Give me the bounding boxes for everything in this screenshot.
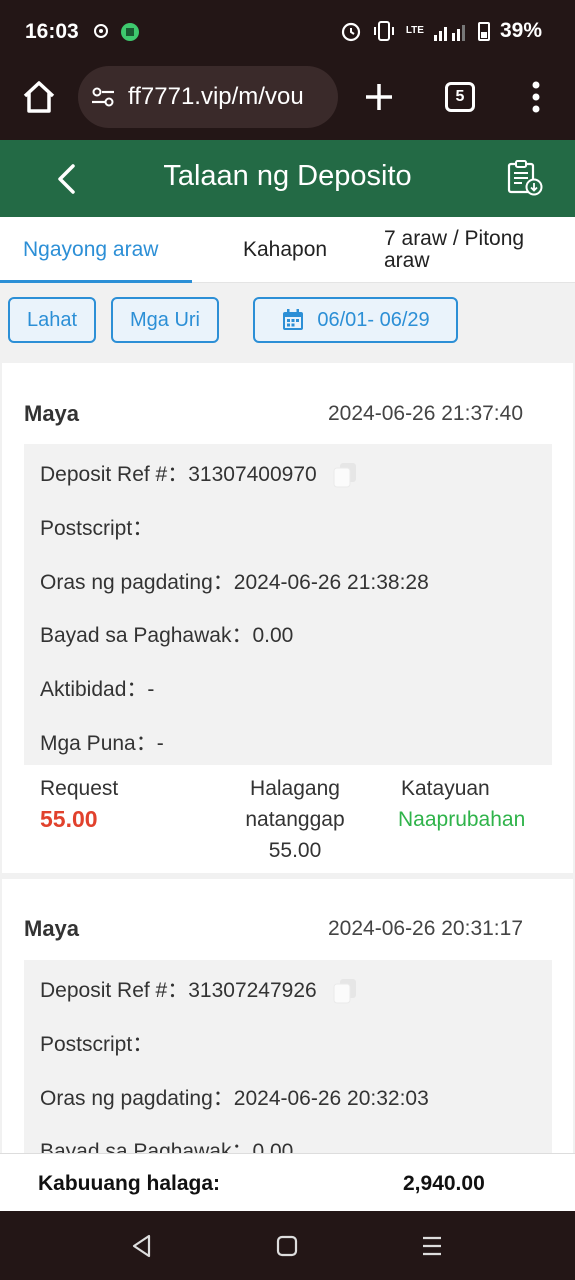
copy-icon[interactable]	[331, 461, 359, 489]
arrival-time-row: Oras ng pagdating：2024-06-26 20:32:03	[40, 1082, 429, 1112]
battery-level: 39%	[499, 19, 542, 42]
notification-icon	[94, 24, 108, 38]
total-label: Kabuuang halaga:	[38, 1172, 221, 1195]
battery-icon	[477, 22, 490, 41]
activity-label: Aktibidad：	[40, 678, 148, 701]
activity-row: Aktibidad：-	[40, 673, 154, 703]
filter-all-button[interactable]: Lahat	[8, 297, 96, 343]
postscript-label: Postscript：	[40, 517, 154, 540]
deposit-ref-label: Deposit Ref #：	[40, 979, 189, 1002]
browser-toolbar: ff7771.vip/m/vou 5	[0, 64, 575, 140]
site-settings-icon[interactable]	[90, 84, 116, 110]
vibrate-icon	[373, 21, 394, 41]
payment-method: Maya	[24, 401, 80, 426]
url-text: ff7771.vip/m/vou	[128, 83, 304, 110]
remarks-label: Mga Puna：	[40, 732, 157, 755]
record-details: Deposit Ref #：31307247926 Postscript： Or…	[24, 960, 552, 1153]
postscript-row: Postscript：	[40, 1028, 153, 1058]
received-label-line2: natanggap	[245, 808, 345, 831]
handling-fee-row: Bayad sa Paghawak：0.00	[40, 1135, 293, 1153]
deposit-record-card: Maya 2024-06-26 20:31:17 Deposit Ref #：3…	[2, 879, 573, 1153]
status-badge: Naaprubahan	[398, 808, 526, 831]
total-value: 2,940.00	[403, 1172, 485, 1195]
record-datetime: 2024-06-26 21:37:40	[328, 402, 523, 425]
page-title: Talaan ng Deposito	[163, 160, 412, 192]
arrival-time-row: Oras ng pagdating：2024-06-26 21:38:28	[40, 566, 429, 596]
copy-icon[interactable]	[331, 977, 359, 1005]
handling-fee-value: 0.00	[252, 1140, 294, 1153]
system-nav-bar	[0, 1211, 575, 1280]
more-menu-icon[interactable]	[526, 78, 546, 116]
postscript-label: Postscript：	[40, 1033, 154, 1056]
date-range-button[interactable]: 06/01- 06/29	[253, 297, 458, 343]
deposit-ref-value: 31307400970	[188, 463, 317, 486]
payment-method: Maya	[24, 916, 80, 941]
postscript-row: Postscript：	[40, 512, 153, 542]
deposit-ref-row: Deposit Ref #：31307400970	[40, 458, 359, 489]
status-label: Katayuan	[401, 777, 490, 800]
signal-icon	[433, 25, 465, 41]
remarks-row: Mga Puna：-	[40, 727, 164, 757]
filter-all-label: Lahat	[26, 308, 78, 331]
handling-fee-label: Bayad sa Paghawak：	[40, 1140, 253, 1153]
filter-types-label: Mga Uri	[129, 308, 200, 331]
arrival-time-label: Oras ng pagdating：	[40, 1087, 234, 1110]
date-range-label: 06/01- 06/29	[317, 308, 430, 331]
arrival-time-value: 2024-06-26 20:32:03	[233, 1087, 429, 1110]
app-icon	[121, 23, 139, 41]
arrival-time-value: 2024-06-26 21:38:28	[233, 571, 429, 594]
calendar-icon	[283, 309, 304, 330]
network-type: LTE	[405, 25, 424, 36]
deposit-ref-row: Deposit Ref #：31307247926	[40, 974, 359, 1005]
record-details: Deposit Ref #：31307400970 Postscript： Or…	[24, 444, 552, 765]
handling-fee-label: Bayad sa Paghawak：	[40, 624, 253, 647]
nav-home-icon[interactable]	[274, 1233, 300, 1259]
activity-value: -	[147, 678, 155, 701]
alarm-icon	[341, 22, 360, 42]
received-label-line1: Halagang	[250, 777, 340, 800]
received-amount: 55.00	[268, 839, 322, 862]
clipboard-download-icon[interactable]	[504, 158, 544, 198]
tab-today[interactable]: Ngayong araw	[23, 217, 158, 283]
remarks-value: -	[156, 732, 164, 755]
status-time: 16:03	[25, 20, 79, 43]
deposit-record-card: Maya 2024-06-26 21:37:40 Deposit Ref #：3…	[2, 363, 573, 873]
status-bar: 16:03 LTE 39%	[0, 0, 575, 64]
record-datetime: 2024-06-26 20:31:17	[328, 917, 523, 940]
deposit-list: Maya 2024-06-26 21:37:40 Deposit Ref #：3…	[0, 361, 575, 1153]
tab-switcher-button[interactable]: 5	[445, 82, 475, 112]
tab-seven-days[interactable]: 7 araw / Pitong araw	[384, 217, 554, 283]
request-label: Request	[40, 777, 119, 800]
arrival-time-label: Oras ng pagdating：	[40, 571, 234, 594]
new-tab-icon[interactable]	[362, 80, 396, 114]
deposit-ref-label: Deposit Ref #：	[40, 463, 189, 486]
deposit-ref-value: 31307247926	[188, 979, 317, 1002]
request-amount: 55.00	[40, 806, 98, 832]
nav-recents-icon[interactable]	[419, 1233, 445, 1259]
handling-fee-row: Bayad sa Paghawak：0.00	[40, 619, 293, 649]
home-icon[interactable]	[20, 78, 58, 116]
app-header: Talaan ng Deposito	[0, 140, 575, 217]
tab-yesterday[interactable]: Kahapon	[243, 217, 327, 283]
handling-fee-value: 0.00	[252, 624, 294, 647]
nav-back-icon[interactable]	[129, 1233, 155, 1259]
address-bar[interactable]: ff7771.vip/m/vou	[78, 66, 338, 128]
total-bar: Kabuuang halaga: 2,940.00	[0, 1153, 575, 1211]
filter-bar: Lahat Mga Uri 06/01- 06/29	[0, 283, 575, 361]
date-tabs: Ngayong araw Kahapon 7 araw / Pitong ara…	[0, 217, 575, 283]
filter-types-button[interactable]: Mga Uri	[111, 297, 219, 343]
